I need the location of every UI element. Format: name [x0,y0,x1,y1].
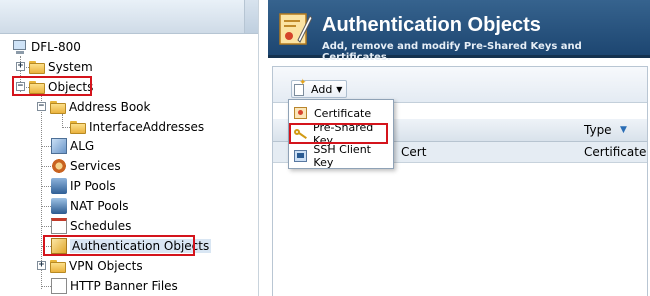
new-item-icon [294,78,307,96]
tree-item-nat-pools[interactable]: NAT Pools [51,197,128,215]
folder-gear-icon [29,60,45,74]
column-header-type[interactable]: Type [584,123,612,137]
tree-item-label: ALG [70,139,95,153]
tree-item-label: DFL-800 [31,40,81,54]
tree-item-alg[interactable]: ALG [51,137,94,155]
tree-item-label: InterfaceAddresses [89,120,205,134]
alg-icon [51,138,67,154]
device-icon [12,39,28,55]
tree-item-label: HTTP Banner Files [70,279,178,293]
certificate-icon [294,106,308,120]
expand-toggle-vpn-objects[interactable]: + [37,261,46,270]
tree-item-label: Schedules [70,219,132,233]
menu-item-label: Certificate [314,106,372,120]
tree-item-label: Address Book [69,100,151,114]
toolbar: Add ▼ [273,67,647,103]
sort-descending-icon[interactable]: ▼ [620,125,627,135]
tree-item-vpn-objects[interactable]: VPN Objects [50,257,143,275]
cell-type: Certificate [584,145,647,159]
tree-item-address-book[interactable]: Address Book [50,98,150,116]
tree-connector [41,286,51,287]
tree-item-label: NAT Pools [70,199,129,213]
tree-item-label: Services [70,159,121,173]
highlight-objects [12,76,92,96]
tree-connector [62,114,63,128]
tree-item-label: VPN Objects [69,259,143,273]
tree-item-label: IP Pools [70,179,116,193]
tree-item-services[interactable]: Services [51,157,121,175]
tree-connector [41,226,51,227]
tree-item-dfl-800[interactable]: DFL-800 [12,38,81,56]
tree-item-ip-pools[interactable]: IP Pools [51,177,116,195]
menu-item-ssh-client-key[interactable]: SSH Client Key [291,143,391,169]
tree-panel-header [0,0,258,34]
folder-open-icon [50,100,66,114]
menu-item-certificate[interactable]: Certificate [291,103,391,123]
highlight-authentication-objects [43,235,195,256]
ip-pool-icon [51,178,67,194]
page-subtitle: Add, remove and modify Pre-Shared Keys a… [322,41,582,63]
authentication-objects-icon [279,13,312,45]
file-icon [51,278,67,294]
expand-toggle-system[interactable]: + [16,62,25,71]
tree-connector [62,127,70,128]
page-title: Authentication Objects [322,14,541,36]
collapse-toggle-address-book[interactable]: − [37,102,46,111]
highlight-pre-shared-key [289,123,388,144]
nat-pool-icon [51,198,67,214]
folder-icon [50,259,66,273]
folder-network-icon [70,120,86,134]
tree-item-http-banner-files[interactable]: HTTP Banner Files [51,277,178,295]
navigation-tree-panel: + − − + DFL-800 System Objects Address B… [0,0,259,296]
tree-item-interface-addresses[interactable]: InterfaceAddresses [70,118,204,136]
tree-item-label: System [48,60,93,74]
add-button-label: Add [311,82,333,96]
menu-item-label: SSH Client Key [313,143,371,169]
ssh-key-icon [294,149,308,163]
tree-panel-header-tab [244,0,258,33]
tree-item-system[interactable]: System [29,58,93,76]
cell-name: Cert [401,145,427,159]
add-button[interactable]: Add ▼ [291,78,348,98]
tree-item-schedules[interactable]: Schedules [51,217,131,235]
title-bar: Authentication Objects Add, remove and m… [268,0,650,63]
tree-connector [41,186,51,187]
calendar-icon [51,218,67,234]
tree-connector [41,206,51,207]
tree-connector [41,146,51,147]
tree-connector [41,166,51,167]
chevron-down-icon: ▼ [336,84,343,94]
gear-icon [51,158,67,174]
